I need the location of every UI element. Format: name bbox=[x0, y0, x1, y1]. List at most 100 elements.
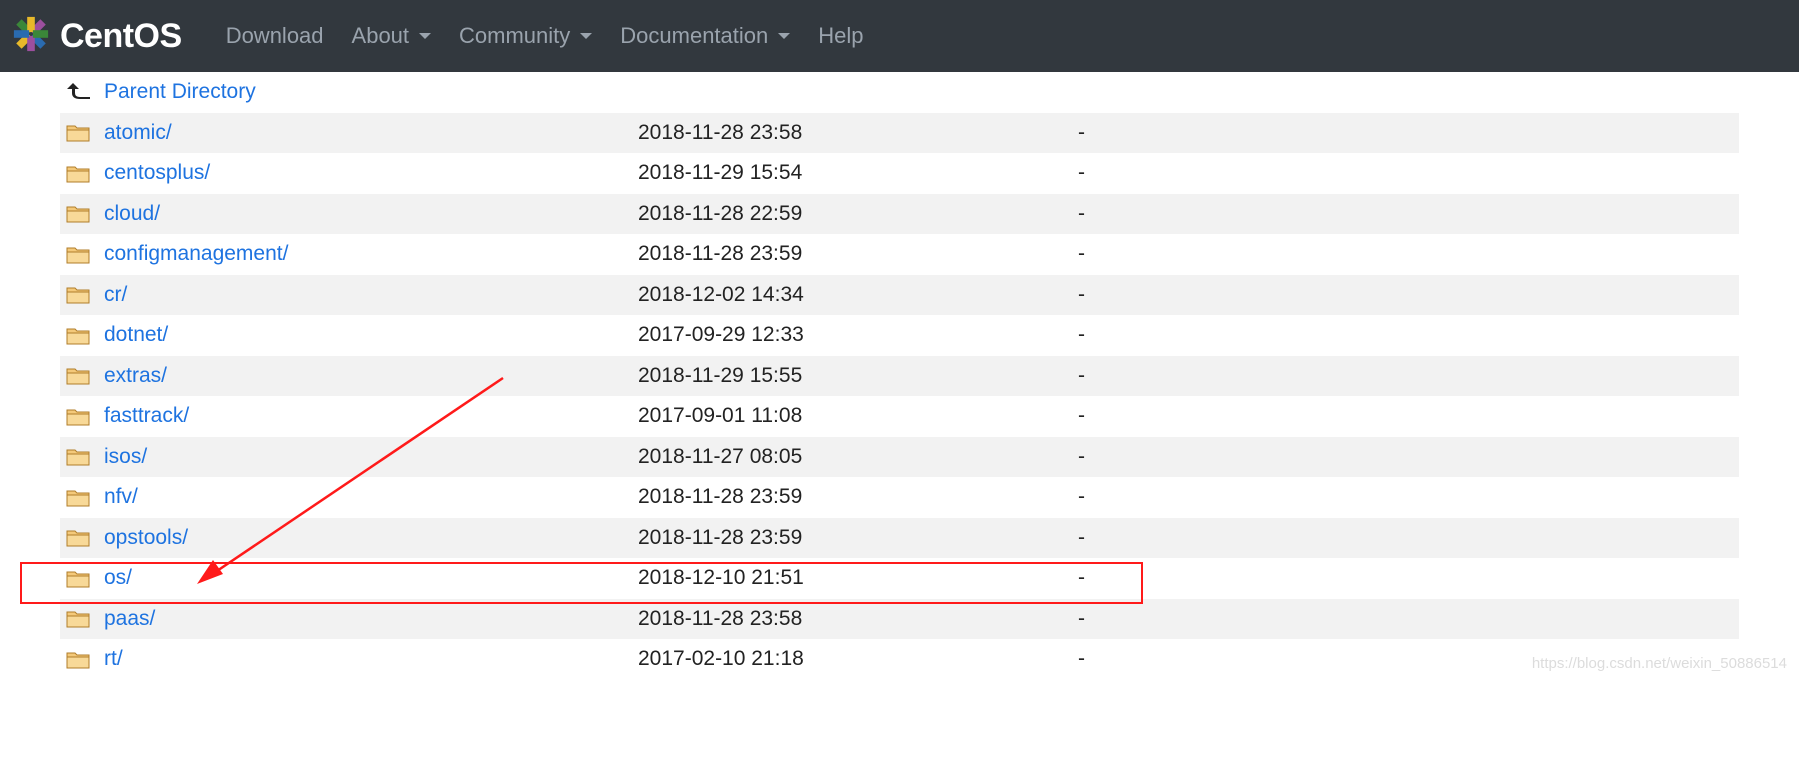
row-icon bbox=[60, 326, 104, 345]
row-icon bbox=[60, 285, 104, 304]
directory-link[interactable]: dotnet/ bbox=[104, 323, 168, 346]
list-row: isos/2018-11-27 08:05- bbox=[60, 437, 1739, 478]
row-size: - bbox=[1078, 283, 1138, 307]
nav-links: Download About Community Documentation H… bbox=[212, 23, 878, 49]
row-modified: 2018-11-28 23:59 bbox=[638, 485, 1078, 509]
list-row: atomic/2018-11-28 23:58- bbox=[60, 113, 1739, 154]
folder-icon bbox=[66, 488, 90, 507]
folder-icon bbox=[66, 650, 90, 669]
row-name: rt/ bbox=[104, 647, 638, 671]
directory-link[interactable]: fasttrack/ bbox=[104, 404, 189, 427]
row-icon bbox=[60, 488, 104, 507]
row-name: nfv/ bbox=[104, 485, 638, 509]
row-name: atomic/ bbox=[104, 121, 638, 145]
directory-link[interactable]: centosplus/ bbox=[104, 161, 210, 184]
row-name: os/ bbox=[104, 566, 638, 590]
folder-icon bbox=[66, 285, 90, 304]
row-name: configmanagement/ bbox=[104, 242, 638, 266]
nav-help-label: Help bbox=[818, 23, 863, 49]
row-name: isos/ bbox=[104, 445, 638, 469]
list-row: centosplus/2018-11-29 15:54- bbox=[60, 153, 1739, 194]
row-name: extras/ bbox=[104, 364, 638, 388]
row-modified: 2018-11-27 08:05 bbox=[638, 445, 1078, 469]
row-size: - bbox=[1078, 242, 1138, 266]
row-icon bbox=[60, 569, 104, 588]
row-icon bbox=[60, 609, 104, 628]
row-size: - bbox=[1078, 364, 1138, 388]
row-modified: 2017-09-29 12:33 bbox=[638, 323, 1078, 347]
nav-community-label: Community bbox=[459, 23, 570, 49]
row-modified: 2018-11-29 15:54 bbox=[638, 161, 1078, 185]
row-name: cloud/ bbox=[104, 202, 638, 226]
list-row: rt/2017-02-10 21:18- bbox=[60, 639, 1739, 680]
row-name: fasttrack/ bbox=[104, 404, 638, 428]
folder-icon bbox=[66, 447, 90, 466]
row-modified: 2017-02-10 21:18 bbox=[638, 647, 1078, 671]
nav-documentation-label: Documentation bbox=[620, 23, 768, 49]
folder-icon bbox=[66, 123, 90, 142]
folder-icon bbox=[66, 245, 90, 264]
directory-link[interactable]: atomic/ bbox=[104, 121, 172, 144]
row-name: centosplus/ bbox=[104, 161, 638, 185]
directory-link[interactable]: nfv/ bbox=[104, 485, 138, 508]
directory-listing: Parent Directoryatomic/2018-11-28 23:58-… bbox=[0, 72, 1799, 680]
folder-icon bbox=[66, 326, 90, 345]
row-modified: 2018-11-28 23:59 bbox=[638, 526, 1078, 550]
list-row: extras/2018-11-29 15:55- bbox=[60, 356, 1739, 397]
row-size: - bbox=[1078, 445, 1138, 469]
list-row: cr/2018-12-02 14:34- bbox=[60, 275, 1739, 316]
row-name: dotnet/ bbox=[104, 323, 638, 347]
row-icon bbox=[60, 245, 104, 264]
parent-dir-icon bbox=[66, 81, 92, 103]
row-size: - bbox=[1078, 161, 1138, 185]
directory-link[interactable]: os/ bbox=[104, 566, 132, 589]
row-size: - bbox=[1078, 566, 1138, 590]
logo[interactable]: CentOS bbox=[12, 15, 182, 58]
row-size: - bbox=[1078, 526, 1138, 550]
folder-icon bbox=[66, 407, 90, 426]
row-icon bbox=[60, 164, 104, 183]
nav-about-label: About bbox=[352, 23, 410, 49]
directory-link[interactable]: isos/ bbox=[104, 445, 147, 468]
list-row: os/2018-12-10 21:51- bbox=[60, 558, 1739, 599]
nav-help[interactable]: Help bbox=[804, 23, 877, 49]
row-name: cr/ bbox=[104, 283, 638, 307]
row-name: opstools/ bbox=[104, 526, 638, 550]
row-size: - bbox=[1078, 485, 1138, 509]
folder-icon bbox=[66, 569, 90, 588]
list-row: opstools/2018-11-28 23:59- bbox=[60, 518, 1739, 559]
list-row: cloud/2018-11-28 22:59- bbox=[60, 194, 1739, 235]
nav-download[interactable]: Download bbox=[212, 23, 338, 49]
directory-link[interactable]: configmanagement/ bbox=[104, 242, 288, 265]
row-modified: 2018-11-29 15:55 bbox=[638, 364, 1078, 388]
caret-down-icon bbox=[580, 33, 592, 39]
folder-icon bbox=[66, 528, 90, 547]
row-icon bbox=[60, 528, 104, 547]
nav-community[interactable]: Community bbox=[445, 23, 606, 49]
row-icon bbox=[60, 123, 104, 142]
directory-link[interactable]: paas/ bbox=[104, 607, 155, 630]
row-size: - bbox=[1078, 647, 1138, 671]
row-icon bbox=[60, 447, 104, 466]
row-icon bbox=[60, 366, 104, 385]
row-icon bbox=[60, 204, 104, 223]
list-row: dotnet/2017-09-29 12:33- bbox=[60, 315, 1739, 356]
nav-about[interactable]: About bbox=[338, 23, 446, 49]
nav-download-label: Download bbox=[226, 23, 324, 49]
folder-icon bbox=[66, 609, 90, 628]
row-size: - bbox=[1078, 404, 1138, 428]
row-icon bbox=[60, 650, 104, 669]
folder-icon bbox=[66, 204, 90, 223]
directory-link[interactable]: rt/ bbox=[104, 647, 123, 670]
brand-text: CentOS bbox=[60, 17, 182, 56]
row-modified: 2018-11-28 23:58 bbox=[638, 121, 1078, 145]
row-size: - bbox=[1078, 202, 1138, 226]
row-name: Parent Directory bbox=[104, 80, 638, 104]
parent-directory-link[interactable]: Parent Directory bbox=[104, 80, 256, 103]
nav-documentation[interactable]: Documentation bbox=[606, 23, 804, 49]
directory-link[interactable]: extras/ bbox=[104, 364, 167, 387]
directory-link[interactable]: cloud/ bbox=[104, 202, 160, 225]
directory-link[interactable]: cr/ bbox=[104, 283, 127, 306]
directory-link[interactable]: opstools/ bbox=[104, 526, 188, 549]
folder-icon bbox=[66, 366, 90, 385]
